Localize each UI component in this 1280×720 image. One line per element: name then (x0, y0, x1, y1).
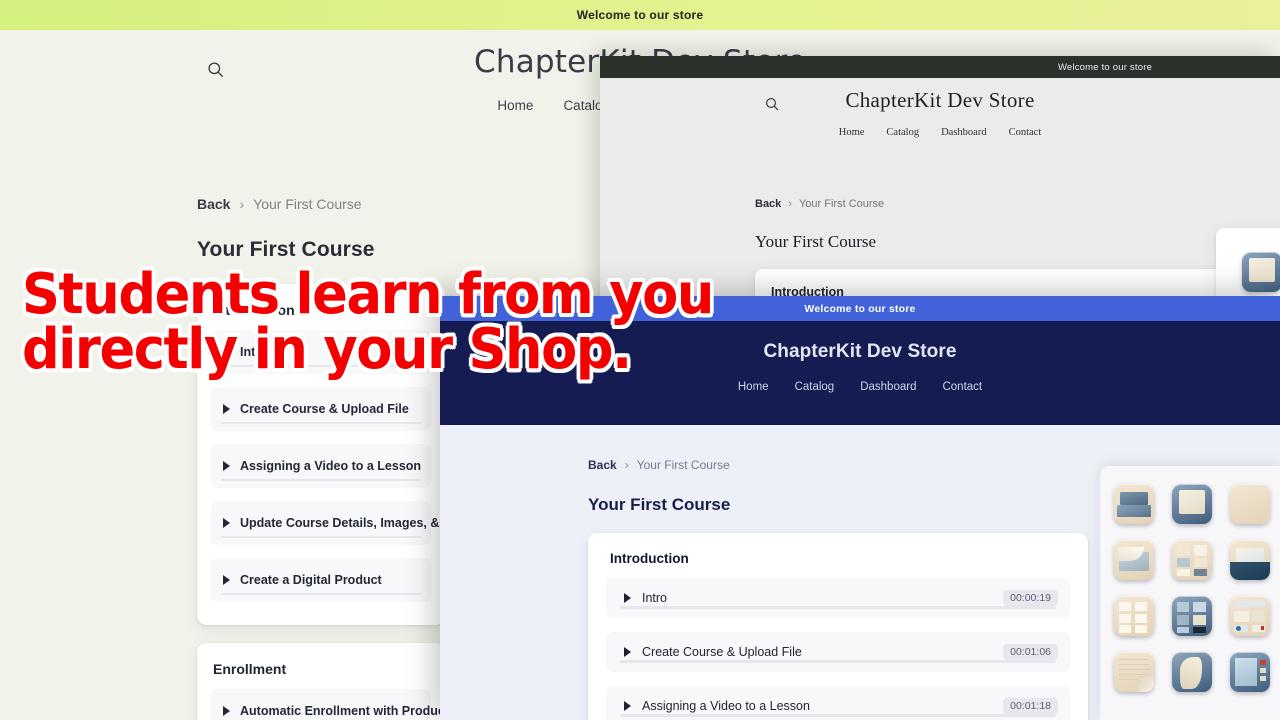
nav-item-contact[interactable]: Contact (942, 381, 982, 393)
breadcrumb-current: Your First Course (636, 458, 730, 472)
announcement-text: Welcome to our store (1057, 61, 1153, 73)
search-icon[interactable] (200, 54, 230, 84)
play-triangle-icon (223, 404, 230, 414)
lesson-row[interactable]: Create a Digital Product (211, 558, 431, 602)
section-title-introduction: Introduction (213, 302, 295, 318)
search-icon[interactable] (590, 339, 616, 365)
app-icon-grid (1114, 484, 1270, 692)
breadcrumb-current: Your First Course (798, 198, 885, 210)
main-nav: Home Catalog Dashboard Contact (600, 127, 1280, 138)
announcement-bar: Welcome to our store (0, 0, 1280, 30)
announcement-bar: Welcome to our store (600, 56, 1280, 78)
site-header: ChapterKit Dev Store Home Catalog Dashbo… (440, 321, 1280, 411)
progress-bar (620, 606, 1056, 609)
nav-item-home[interactable]: Home (738, 381, 769, 393)
window-icon (1242, 252, 1280, 292)
lesson-title: Intro (642, 591, 668, 605)
breadcrumb-back-link[interactable]: Back (755, 198, 781, 210)
lesson-row[interactable]: Assigning a Video to a Lesson 00:01:18 (606, 686, 1070, 720)
play-triangle-icon (624, 701, 631, 711)
lesson-title: Create Course & Upload File (240, 402, 409, 416)
curve-swoosh-icon (1172, 652, 1212, 692)
blue-grid-icon (1172, 596, 1212, 636)
inbox-tray-icon (1230, 540, 1270, 580)
lesson-title: Create a Digital Product (240, 573, 382, 587)
site-brand[interactable]: ChapterKit Dev Store (440, 321, 1280, 363)
lesson-title: Assigning a Video to a Lesson (642, 699, 810, 713)
section-title-enrollment: Enrollment (213, 661, 287, 677)
breadcrumb: Back › Your First Course (755, 198, 1280, 210)
nav-item-dashboard[interactable]: Dashboard (941, 127, 987, 138)
lesson-title: Automatic Enrollment with Product (240, 704, 450, 718)
blank-page-icon (1230, 484, 1270, 524)
lesson-duration: 00:01:06 (1003, 644, 1058, 660)
palette-grid-icon (1172, 540, 1212, 580)
nav-item-dashboard[interactable]: Dashboard (860, 381, 916, 393)
play-triangle-icon (223, 461, 230, 471)
header-block: Welcome to our store ChapterKit Dev Stor… (440, 296, 1280, 425)
introduction-section-card: Introduction Intro 00:00:19 Create Cours… (588, 533, 1088, 720)
lesson-duration: 00:00:19 (1003, 590, 1058, 606)
play-triangle-icon (223, 575, 230, 585)
lesson-row[interactable]: Automatic Enrollment with Product (211, 689, 449, 720)
progress-bar (620, 660, 1056, 663)
enrollment-section-card: Enrollment Automatic Enrollment with Pro… (197, 643, 449, 720)
breadcrumb-separator: › (624, 458, 629, 472)
curled-page-icon (1114, 540, 1154, 580)
search-icon[interactable] (760, 92, 784, 116)
lesson-title: Create Course & Upload File (642, 645, 802, 659)
progress-bar (620, 714, 1056, 717)
breadcrumb-back-link[interactable]: Back (197, 196, 230, 212)
progress-bar (221, 365, 421, 367)
nav-item-home[interactable]: Home (839, 127, 865, 138)
presentation-icon (1114, 484, 1154, 524)
lesson-title: Assigning a Video to a Lesson (240, 459, 422, 473)
site-brand[interactable]: ChapterKit Dev Store (600, 78, 1280, 113)
play-triangle-icon (624, 647, 631, 657)
breadcrumb-separator: › (788, 198, 792, 210)
lesson-title: Intro (240, 345, 268, 359)
app-icon-panel (1100, 466, 1280, 720)
announcement-text: Welcome to our store (576, 8, 704, 22)
lesson-duration: 00:01:18 (1003, 698, 1058, 714)
lesson-row[interactable]: Create Course & Upload File (211, 387, 431, 431)
nav-item-home[interactable]: Home (497, 98, 533, 113)
progress-bar (221, 593, 421, 595)
play-triangle-icon (624, 593, 631, 603)
lesson-row[interactable]: Intro (211, 330, 431, 374)
lesson-row[interactable]: Assigning a Video to a Lesson (211, 444, 431, 488)
nav-item-contact[interactable]: Contact (1009, 127, 1042, 138)
nav-item-catalog[interactable]: Catalog (886, 127, 919, 138)
announcement-bar: Welcome to our store (440, 296, 1280, 321)
grid-tiles-icon (1114, 596, 1154, 636)
introduction-section-card: Introduction Intro Create Course & Uploa… (197, 284, 515, 625)
announcement-text: Welcome to our store (804, 302, 916, 315)
page-title: Your First Course (755, 232, 877, 251)
progress-bar (221, 479, 421, 481)
lesson-row[interactable]: Intro 00:00:19 (606, 578, 1070, 618)
play-triangle-icon (223, 347, 230, 357)
breadcrumb-current: Your First Course (253, 196, 362, 212)
breadcrumb-back-link[interactable]: Back (588, 458, 617, 472)
breadcrumb-separator: › (239, 196, 245, 212)
section-title-introduction: Introduction (610, 551, 689, 566)
form-panel-icon (1230, 596, 1270, 636)
main-nav: Home Catalog Dashboard Contact (440, 381, 1280, 393)
device-panel-icon (1230, 652, 1270, 692)
play-triangle-icon (223, 706, 230, 716)
progress-bar (221, 422, 421, 424)
screenshot-stage: Welcome to our store ChapterKit Dev Stor… (0, 0, 1280, 720)
lesson-row[interactable]: Update Course Details, Images, & Lesson … (211, 501, 515, 545)
progress-bar (221, 536, 421, 538)
window-icon (1172, 484, 1212, 524)
play-triangle-icon (223, 518, 230, 528)
nav-item-catalog[interactable]: Catalog (795, 381, 835, 393)
lesson-row[interactable]: Create Course & Upload File 00:01:06 (606, 632, 1070, 672)
lined-paper-icon (1114, 652, 1154, 692)
site-header: ChapterKit Dev Store Home Catalog Dashbo… (600, 78, 1280, 156)
